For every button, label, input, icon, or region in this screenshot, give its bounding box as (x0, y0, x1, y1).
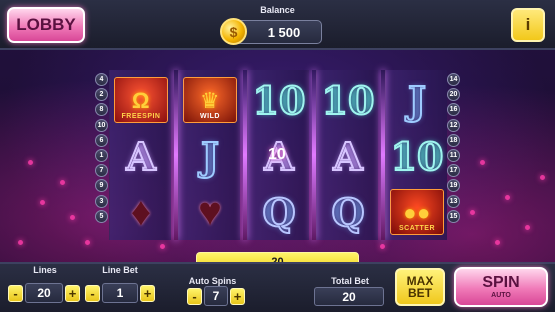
reel-symbol: A (113, 130, 169, 182)
wild-tile: ♛ WILD (183, 77, 237, 123)
win-amount-overlay: 10 (268, 146, 286, 163)
lines-minus-button[interactable]: - (8, 284, 23, 302)
line-number-badge: 1 (95, 148, 108, 162)
line-number-badge: 12 (447, 118, 460, 132)
spin-auto-label: AUTO (491, 291, 511, 299)
reel-separator (381, 70, 385, 240)
horseshoe-icon: Ω (131, 88, 151, 113)
line-number-badge: 16 (447, 103, 460, 117)
coins-icon: ●● (403, 200, 431, 225)
balance-label: Balance (260, 5, 295, 15)
line-number-badge: 17 (447, 164, 460, 178)
symbol-letter: Q (261, 189, 296, 236)
reel-5: J 10 ●● SCATTER (385, 70, 447, 240)
reel-1: Ω FREESPIN A ♦ (109, 70, 171, 240)
total-bet-value: 20 (314, 287, 384, 306)
reel-symbol: J (389, 74, 445, 126)
line-number-badge: 15 (447, 209, 460, 223)
line-number-badge: 18 (447, 133, 460, 147)
symbol-letter: A (125, 133, 157, 180)
tile-label: WILD (200, 113, 220, 120)
reel-symbol: A (320, 130, 376, 182)
line-indicators-right: 14 20 16 12 18 11 17 19 13 15 (447, 73, 461, 225)
reel-separator (174, 70, 178, 240)
balance-value: 1 500 (267, 24, 301, 40)
reel-2: ♛ WILD J ♥ (178, 70, 240, 240)
heart-suit-icon: ♥ (198, 189, 222, 234)
line-number-badge: 7 (95, 164, 108, 178)
reel-symbol: J (182, 130, 238, 182)
line-bet-value: 1 (102, 283, 138, 303)
lobby-button[interactable]: LOBBY (7, 7, 85, 43)
scatter-tile: ●● SCATTER (390, 189, 444, 235)
symbol-letter: 10 (390, 133, 445, 180)
line-number-badge: 6 (95, 133, 108, 147)
line-bet-plus-button[interactable]: + (140, 284, 155, 302)
reel-symbol: ●● SCATTER (389, 186, 445, 238)
reel-symbol: ♛ WILD (182, 74, 238, 126)
symbol-letter: J (200, 133, 220, 180)
freespin-tile: Ω FREESPIN (114, 77, 168, 123)
symbol-letter: J (407, 77, 427, 124)
reel-separator (312, 70, 316, 240)
tile-label: SCATTER (398, 225, 436, 232)
crown-icon: ♛ (199, 88, 221, 113)
reel-4: 10 A Q (316, 70, 378, 240)
reel-symbol: ♦ (113, 186, 169, 238)
reel-symbol: Q (251, 186, 307, 238)
symbol-letter: A (332, 133, 364, 180)
symbol-letter: 10 (321, 77, 376, 124)
symbol-letter: Q (330, 189, 365, 236)
top-bar: LOBBY Balance 1 500 $ i (0, 0, 555, 50)
line-number-badge: 19 (447, 179, 460, 193)
line-number-badge: 8 (95, 103, 108, 117)
tile-label: FREESPIN (121, 113, 161, 120)
reel-symbol: 10 (389, 130, 445, 182)
line-number-badge: 3 (95, 194, 108, 208)
lines-stepper: - 20 + (8, 283, 80, 303)
spin-button[interactable]: SPIN AUTO (454, 267, 548, 307)
reel-symbol: 10 (251, 74, 307, 126)
reel-symbol: Q (320, 186, 376, 238)
total-bet-label: Total Bet (331, 276, 369, 286)
reel-symbol: 10 (320, 74, 376, 126)
reel-symbol: ♥ (182, 186, 238, 238)
diamond-suit-icon: ♦ (130, 189, 152, 234)
auto-spins-minus-button[interactable]: - (187, 287, 202, 305)
lines-plus-button[interactable]: + (65, 284, 80, 302)
lines-value: 20 (25, 283, 63, 303)
line-bet-stepper: - 1 + (85, 283, 155, 303)
symbol-letter: 10 (252, 77, 307, 124)
max-bet-line2: BET (408, 286, 432, 300)
coin-icon: $ (220, 18, 247, 45)
auto-spins-plus-button[interactable]: + (230, 287, 245, 305)
line-bet-minus-button[interactable]: - (85, 284, 100, 302)
line-number-badge: 4 (95, 73, 108, 86)
info-button[interactable]: i (511, 8, 545, 42)
auto-spins-label: Auto Spins (188, 276, 237, 286)
max-bet-button[interactable]: MAX BET (395, 268, 445, 306)
line-number-badge: 2 (95, 88, 108, 102)
line-number-badge: 10 (95, 118, 108, 132)
lines-label: Lines (33, 265, 57, 275)
line-bet-label: Line Bet (102, 265, 138, 275)
line-number-badge: 11 (447, 148, 460, 162)
line-number-badge: 9 (95, 179, 108, 193)
reel-separator (243, 70, 247, 240)
auto-spins-stepper: - 7 + (187, 286, 245, 306)
line-number-badge: 5 (95, 209, 108, 223)
reel-symbol: Ω FREESPIN (113, 74, 169, 126)
line-number-badge: 14 (447, 73, 460, 86)
line-number-badge: 20 (447, 88, 460, 102)
spin-label: SPIN (482, 273, 520, 291)
auto-spins-value: 7 (204, 286, 228, 306)
line-indicators-left: 4 2 8 10 6 1 7 9 3 5 (95, 73, 109, 225)
line-number-badge: 13 (447, 194, 460, 208)
